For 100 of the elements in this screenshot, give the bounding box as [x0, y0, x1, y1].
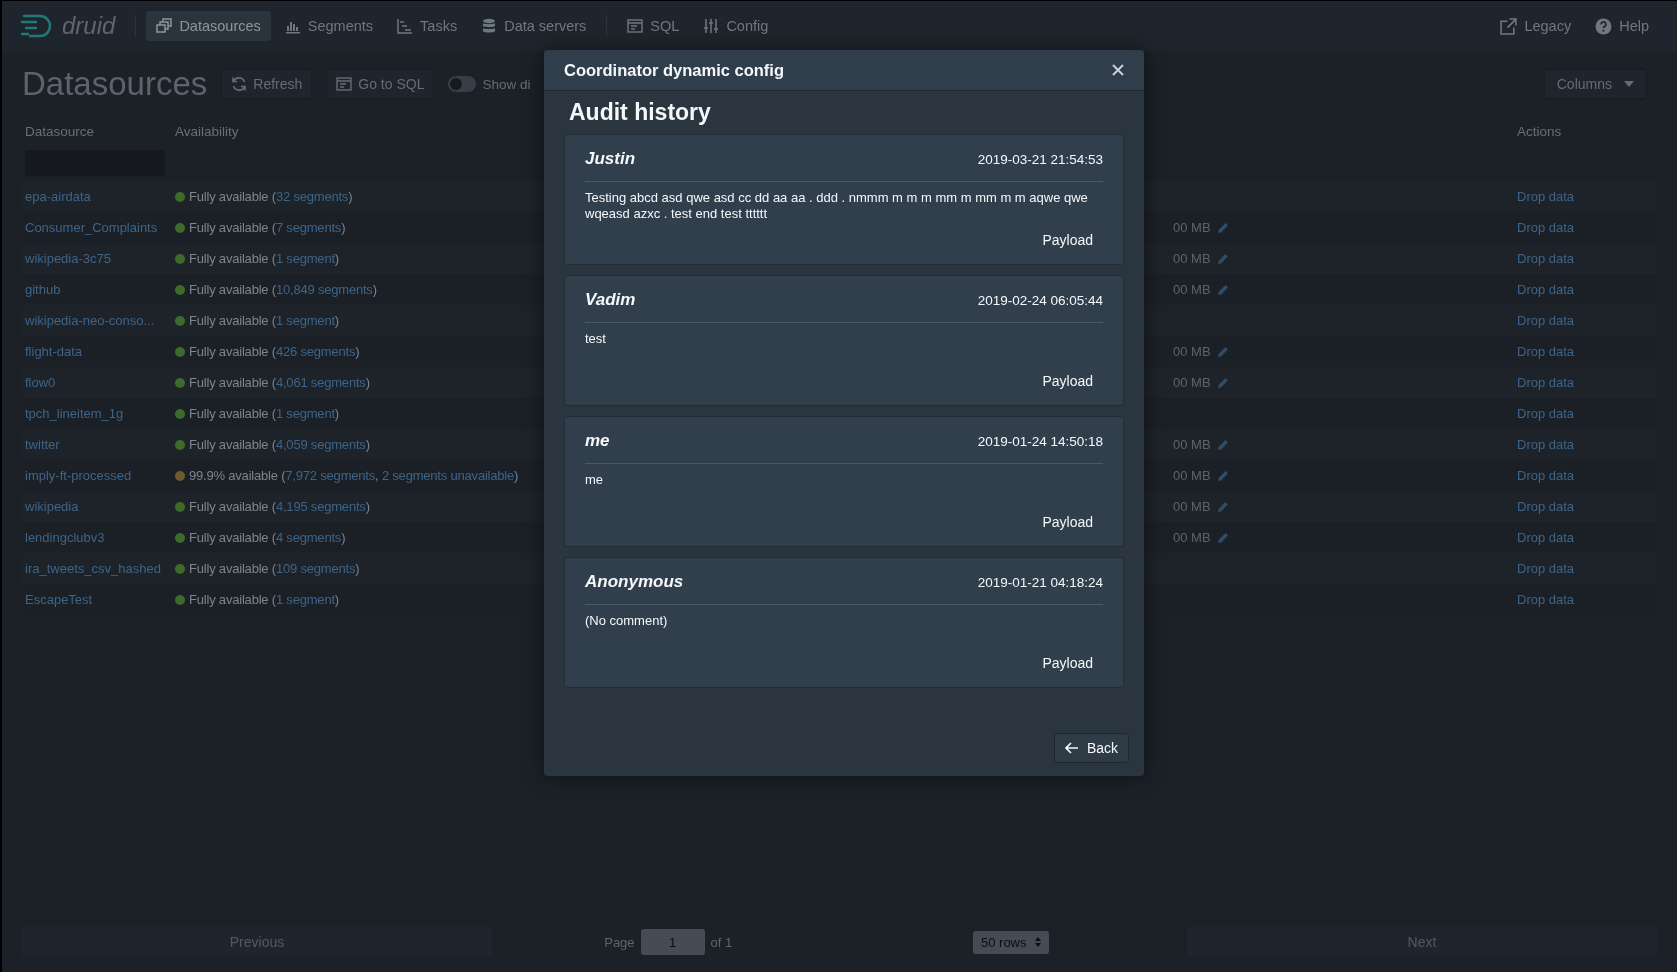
segments-link[interactable]: 32 segments: [275, 189, 349, 204]
datasource-link[interactable]: wikipedia: [25, 499, 175, 514]
datasource-link[interactable]: wikipedia-3c75: [25, 251, 175, 266]
toggle-switch[interactable]: [448, 76, 477, 92]
timestamp: 2019-01-21 04:18:24: [977, 574, 1103, 590]
datasource-link[interactable]: imply-ft-processed: [25, 468, 175, 483]
size-text: 00 MB: [1173, 344, 1211, 359]
segments-link[interactable]: 4,061 segments: [275, 375, 366, 390]
help-icon: [1595, 17, 1613, 35]
author-name: Justin: [585, 149, 636, 169]
segments-link[interactable]: 2 segments unavailable: [381, 468, 515, 483]
close-icon[interactable]: [1112, 64, 1124, 76]
drop-data-link[interactable]: Drop data: [1517, 530, 1657, 545]
datasource-link[interactable]: flow0: [25, 375, 175, 390]
segments-link[interactable]: 426 segments: [275, 344, 356, 359]
drop-data-link[interactable]: Drop data: [1517, 406, 1657, 421]
size-text: 00 MB: [1173, 468, 1211, 483]
console-icon: [336, 76, 353, 92]
segments-link[interactable]: 1 segment: [275, 313, 335, 328]
pencil-icon[interactable]: [1216, 376, 1229, 389]
availability-text: Fully available (4 segments): [189, 530, 346, 545]
pencil-icon[interactable]: [1216, 500, 1229, 513]
rows-per-page-select[interactable]: 50 rows: [973, 930, 1049, 954]
columns-dropdown[interactable]: Columns: [1543, 69, 1647, 99]
nav-tab[interactable]: Datasources: [146, 11, 271, 41]
back-button[interactable]: Back: [1053, 732, 1129, 763]
payload-button[interactable]: Payload: [1032, 226, 1103, 254]
availability-text: Fully available (1 segment): [189, 592, 339, 607]
drop-data-link[interactable]: Drop data: [1517, 251, 1657, 266]
pencil-icon[interactable]: [1216, 531, 1229, 544]
drop-data-link[interactable]: Drop data: [1517, 375, 1657, 390]
pencil-icon[interactable]: [1216, 252, 1229, 265]
pencil-icon[interactable]: [1216, 345, 1229, 358]
drop-data-link[interactable]: Drop data: [1517, 189, 1657, 204]
datasource-link[interactable]: ira_tweets_csv_hashed: [25, 561, 175, 576]
drop-data-link[interactable]: Drop data: [1517, 220, 1657, 235]
author-name: Anonymous: [585, 572, 684, 592]
availability-text: Fully available (426 segments): [189, 344, 360, 359]
datasource-link[interactable]: tpch_lineitem_1g: [25, 406, 175, 421]
size-text: 00 MB: [1173, 437, 1211, 452]
toggle-label: Show di: [482, 76, 531, 92]
datasource-link[interactable]: lendingclubv3: [25, 530, 175, 545]
page-input[interactable]: 1: [640, 929, 705, 955]
drop-data-link[interactable]: Drop data: [1517, 561, 1657, 576]
pencil-icon[interactable]: [1216, 221, 1229, 234]
payload-button[interactable]: Payload: [1032, 649, 1103, 677]
segments-link[interactable]: 1 segment: [275, 251, 335, 266]
drop-data-link[interactable]: Drop data: [1517, 468, 1657, 483]
external-link-icon: [1500, 17, 1518, 35]
help-link[interactable]: Help: [1585, 10, 1659, 42]
segments-link[interactable]: 1 segment: [275, 406, 335, 421]
drop-data-link[interactable]: Drop data: [1517, 437, 1657, 452]
datasource-link[interactable]: Consumer_Complaints: [25, 220, 175, 235]
segments-link[interactable]: 4,059 segments: [275, 437, 366, 452]
refresh-button[interactable]: Refresh: [221, 69, 313, 99]
payload-button[interactable]: Payload: [1032, 367, 1103, 395]
size-text: 00 MB: [1173, 251, 1211, 266]
drop-data-link[interactable]: Drop data: [1517, 313, 1657, 328]
datasource-link[interactable]: github: [25, 282, 175, 297]
segments-link[interactable]: 10,849 segments: [275, 282, 373, 297]
column-header: Availability: [175, 123, 240, 139]
author-name: Vadim: [585, 290, 636, 310]
datasource-link[interactable]: epa-airdata: [25, 189, 175, 204]
datasource-link[interactable]: EscapeTest: [25, 592, 175, 607]
nav-tab[interactable]: Segments: [274, 11, 384, 41]
segments-link[interactable]: 109 segments: [275, 561, 356, 576]
drop-data-link[interactable]: Drop data: [1517, 592, 1657, 607]
payload-button[interactable]: Payload: [1032, 508, 1103, 536]
datasource-link[interactable]: twitter: [25, 437, 175, 452]
segments-link[interactable]: 7 segments: [275, 220, 342, 235]
datasource-link[interactable]: flight-data: [25, 344, 175, 359]
drop-data-link[interactable]: Drop data: [1517, 499, 1657, 514]
comment-text: (No comment): [585, 613, 669, 630]
nav-tab[interactable]: Data servers: [471, 11, 597, 41]
stacked-windows-icon: [156, 18, 173, 34]
availability-text: Fully available (1 segment): [189, 313, 339, 328]
pencil-icon[interactable]: [1216, 283, 1229, 296]
column-header: Actions: [1517, 123, 1563, 139]
nav-tab[interactable]: Tasks: [387, 11, 468, 41]
pencil-icon[interactable]: [1216, 469, 1229, 482]
segments-link[interactable]: 1 segment: [275, 592, 335, 607]
comment-text: Testing abcd asd qwe asd cc dd aa aa . ddd . nmmm m m m mm m mm m m aqwe qwe wqeasd azxc . test end test tttttt: [585, 190, 1089, 223]
drop-data-link[interactable]: Drop data: [1517, 344, 1657, 359]
size-text: 00 MB: [1173, 282, 1211, 297]
segments-link[interactable]: 4 segments: [275, 530, 342, 545]
availability-text: Fully available (4,061 segments): [189, 375, 370, 390]
availability-text: 99.9% available (7,972 segments, 2 segments unavailable): [189, 468, 519, 483]
author-name: me: [585, 431, 610, 451]
legacy-link[interactable]: Legacy: [1490, 10, 1582, 42]
updown-caret-icon: [1034, 937, 1041, 947]
comment-text: me: [585, 472, 605, 489]
size-text: 00 MB: [1173, 499, 1211, 514]
availability-text: Fully available (4,195 segments): [189, 499, 370, 514]
pencil-icon[interactable]: [1216, 438, 1229, 451]
segments-link[interactable]: 4,195 segments: [275, 499, 366, 514]
nav-tab[interactable]: SQL: [617, 11, 690, 41]
nav-tab[interactable]: Config: [693, 11, 779, 41]
datasource-link[interactable]: wikipedia-neo-conso...: [25, 313, 175, 328]
go-to-sql-button[interactable]: Go to SQL: [326, 69, 435, 99]
drop-data-link[interactable]: Drop data: [1517, 282, 1657, 297]
